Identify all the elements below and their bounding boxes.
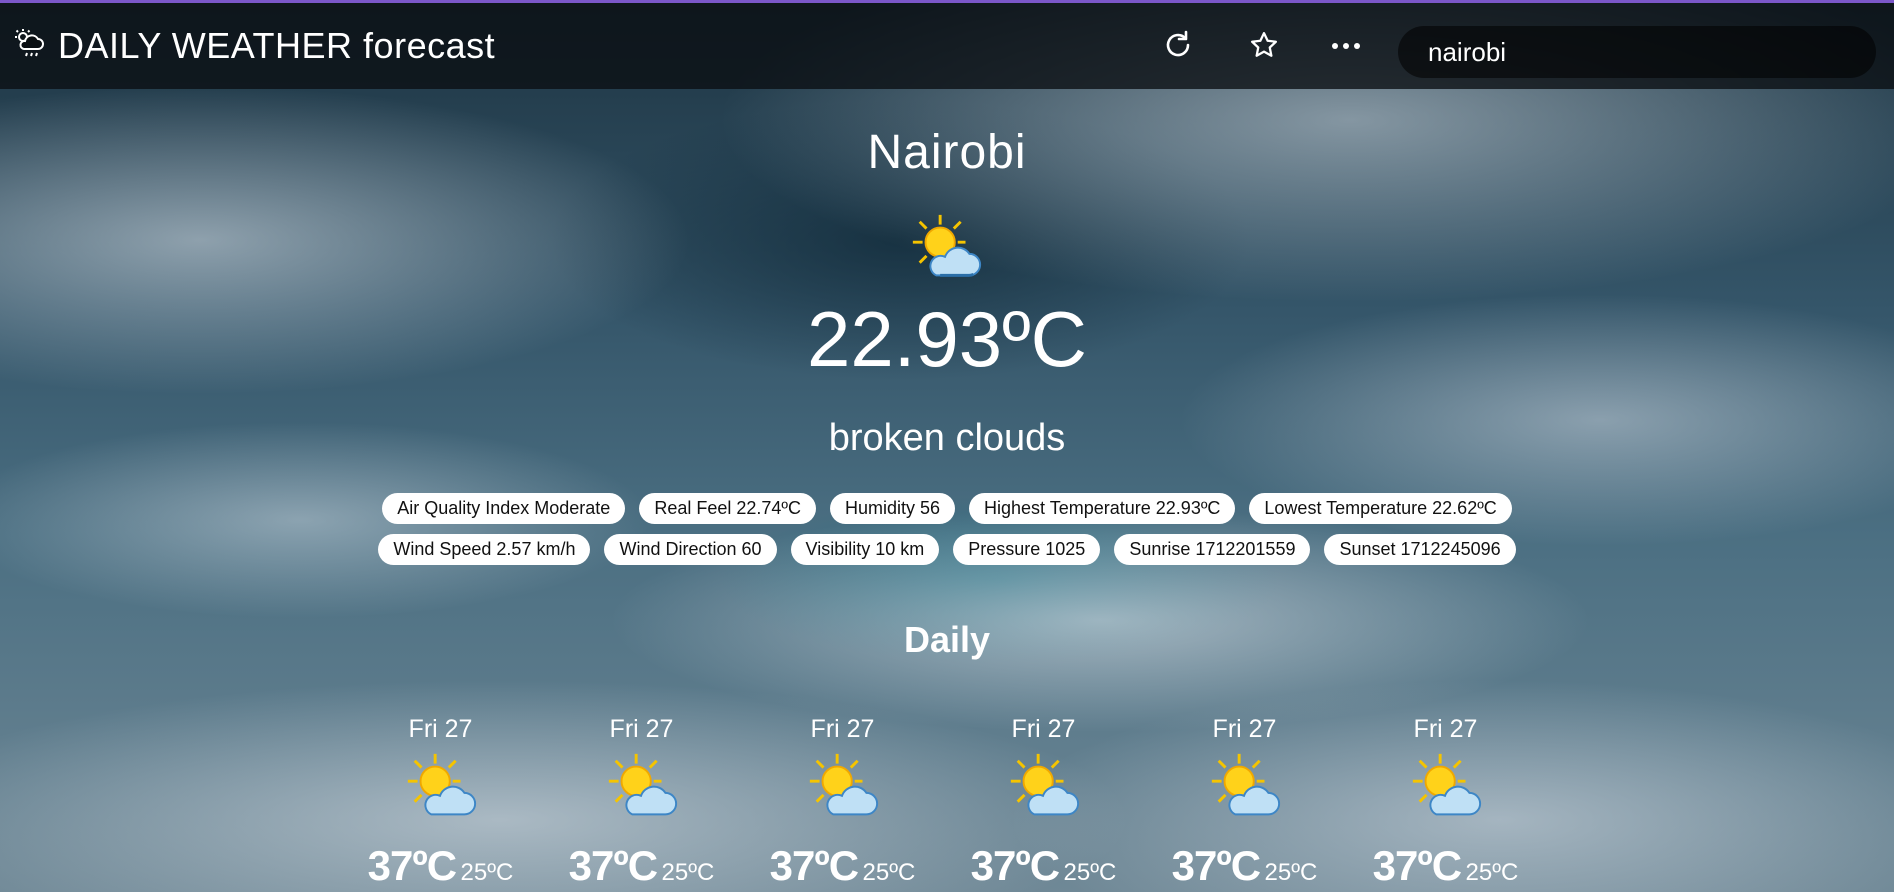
detail-chip-air-quality: Air Quality Index Moderate — [382, 493, 626, 524]
detail-chip-sunrise: Sunrise 1712201559 — [1114, 534, 1311, 565]
refresh-button[interactable] — [1156, 25, 1200, 69]
weather-details-row-1: Air Quality Index Moderate Real Feel 22.… — [0, 493, 1894, 524]
day-low-temp: 25ºC — [1465, 859, 1519, 886]
day-high-temp: 37ºC — [568, 842, 658, 889]
daily-forecast-item: Fri 27 37ºC 25ºC — [340, 715, 541, 892]
day-low-temp: 25ºC — [862, 859, 916, 886]
day-label: Fri 27 — [1413, 715, 1478, 743]
daily-forecast-list: Fri 27 37ºC 25ºC Fri 27 37ºC 25ºC Fri 27… — [340, 715, 1560, 892]
cloud-sun-rain-icon — [14, 27, 48, 66]
partly-cloudy-sun-icon — [1144, 750, 1345, 828]
detail-chip-lowest-temperature: Lowest Temperature 22.62ºC — [1249, 493, 1512, 524]
daily-section-title: Daily — [903, 619, 991, 660]
navbar: DAILY WEATHER forecast — [0, 3, 1894, 89]
partly-cloudy-sun-icon — [943, 750, 1144, 828]
daily-forecast-item: Fri 27 37ºC 25ºC — [1144, 715, 1345, 892]
favorite-button[interactable] — [1242, 25, 1286, 69]
daily-forecast-item: Fri 27 37ºC 25ºC — [943, 715, 1144, 892]
day-low-temp: 25ºC — [460, 859, 514, 886]
day-label: Fri 27 — [609, 715, 674, 743]
day-label: Fri 27 — [408, 715, 473, 743]
detail-chip-visibility: Visibility 10 km — [790, 534, 940, 565]
detail-chip-sunset: Sunset 1712245096 — [1324, 534, 1516, 565]
detail-chip-wind-direction: Wind Direction 60 — [604, 534, 777, 565]
day-low-temp: 25ºC — [661, 859, 715, 886]
city-search-input[interactable] — [1428, 36, 1848, 68]
detail-chip-highest-temperature: Highest Temperature 22.93ºC — [969, 493, 1236, 524]
weather-details-row-2: Wind Speed 2.57 km/h Wind Direction 60 V… — [0, 534, 1894, 565]
weather-description: broken clouds — [828, 417, 1066, 459]
day-low-temp: 25ºC — [1063, 859, 1117, 886]
partly-cloudy-sun-icon — [340, 750, 541, 828]
brand: DAILY WEATHER forecast — [14, 3, 495, 89]
search-box[interactable] — [1398, 26, 1876, 78]
partly-cloudy-sun-icon — [541, 750, 742, 828]
day-label: Fri 27 — [1212, 715, 1277, 743]
refresh-icon — [1161, 28, 1195, 67]
more-horizontal-icon — [1331, 38, 1361, 56]
more-options-button[interactable] — [1324, 25, 1368, 69]
partly-cloudy-sun-icon — [1345, 750, 1546, 828]
daily-forecast-item: Fri 27 37ºC 25ºC — [1345, 715, 1546, 892]
day-high-temp: 37ºC — [970, 842, 1060, 889]
daily-forecast-item: Fri 27 37ºC 25ºC — [541, 715, 742, 892]
day-low-temp: 25ºC — [1264, 859, 1318, 886]
detail-chip-humidity: Humidity 56 — [829, 493, 956, 524]
day-high-temp: 37ºC — [1171, 842, 1261, 889]
detail-chip-pressure: Pressure 1025 — [953, 534, 1101, 565]
day-label: Fri 27 — [1011, 715, 1076, 743]
day-high-temp: 37ºC — [769, 842, 859, 889]
day-label: Fri 27 — [810, 715, 875, 743]
app-title: DAILY WEATHER forecast — [58, 25, 496, 66]
partly-cloudy-sun-icon — [742, 750, 943, 828]
day-high-temp: 37ºC — [367, 842, 457, 889]
daily-forecast-item: Fri 27 37ºC 25ºC — [742, 715, 943, 892]
star-icon — [1249, 30, 1279, 65]
city-name: Nairobi — [867, 126, 1027, 179]
day-high-temp: 37ºC — [1372, 842, 1462, 889]
current-temperature: 22.93ºC — [806, 295, 1087, 383]
detail-chip-wind-speed: Wind Speed 2.57 km/h — [378, 534, 591, 565]
detail-chip-real-feel: Real Feel 22.74ºC — [639, 493, 816, 524]
